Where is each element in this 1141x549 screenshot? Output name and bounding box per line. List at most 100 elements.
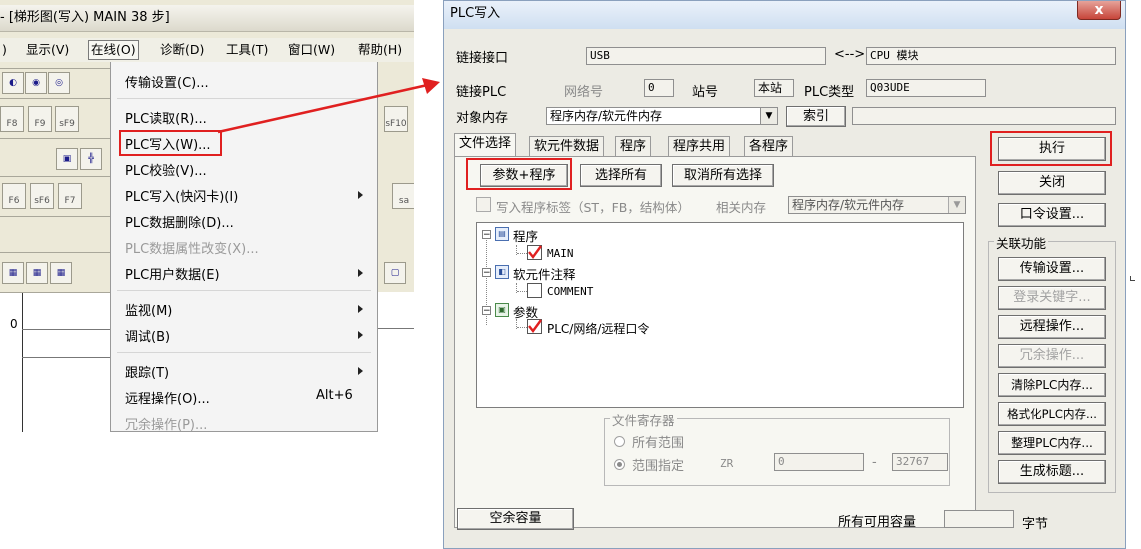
write-label-checkbox — [476, 197, 491, 212]
target-memory-select[interactable]: 程序内存/软元件内存 ▼ — [546, 107, 778, 125]
bytes-label: 字节 — [1022, 517, 1049, 532]
toolbar-icon-9[interactable]: ▢ — [384, 262, 406, 284]
plc-network-checkbox[interactable] — [527, 319, 542, 334]
link-interface-label: 链接接口 — [456, 51, 509, 66]
toolbar-icon-1[interactable]: ◐ — [2, 72, 24, 94]
menu-item-plc-user-data[interactable]: PLC用户数据(E) — [125, 264, 220, 283]
menu-window[interactable]: 窗口(W) — [286, 41, 337, 59]
collapse-icon[interactable]: − — [482, 306, 491, 316]
edge-mark — [1130, 276, 1135, 281]
menu-help[interactable]: 帮助(H) — [356, 41, 404, 59]
range-to-field: 32767 — [892, 453, 948, 471]
tree-node-program[interactable]: 程序 — [513, 226, 538, 245]
sf6-button[interactable]: sF6 — [30, 183, 54, 209]
pointer-arrow — [217, 78, 440, 134]
menu-online[interactable]: 在线(O) — [88, 40, 139, 60]
menu-view[interactable]: 显示(V) — [24, 41, 71, 59]
f7-button[interactable]: F7 — [58, 183, 82, 209]
menu-item-transfer-setup[interactable]: 传输设置(C)... — [125, 72, 209, 91]
close-button[interactable]: 关闭 — [998, 171, 1106, 195]
toolbar-icon-2[interactable]: ◉ — [25, 72, 47, 94]
free-space-button[interactable]: 空余容量 — [457, 508, 574, 530]
menu-item-remote-operation[interactable]: 远程操作(O)... — [125, 388, 210, 407]
submenu-arrow-icon — [358, 191, 363, 199]
tab-file-select[interactable]: 文件选择 — [454, 133, 517, 157]
shortcut-label: Alt+6 — [316, 388, 353, 403]
write-label-checkbox-label: 写入程序标签（ST，FB，结构体） — [496, 200, 690, 215]
toolbar-icon-5[interactable]: ╬ — [80, 148, 102, 170]
toolbar-icon-3[interactable]: ◎ — [48, 72, 70, 94]
menu-item-monitor[interactable]: 监视(M) — [125, 300, 172, 319]
submenu-arrow-icon — [358, 331, 363, 339]
highlight-execute — [990, 131, 1112, 166]
tab-each-program[interactable]: 各程序 — [744, 136, 794, 156]
tree-node-plc-network[interactable]: PLC/网络/远程口令 — [547, 320, 649, 337]
toolbar-icon-4[interactable]: ▣ — [56, 148, 78, 170]
menubar: ) 显示(V) 在线(O) 诊断(D) 工具(T) 窗口(W) 帮助(H) — [0, 38, 414, 62]
toolbar-icon-7[interactable]: ▦ — [26, 262, 48, 284]
all-range-radio — [614, 436, 625, 447]
chevron-down-icon[interactable]: ▼ — [760, 108, 777, 124]
menu-diagnostics[interactable]: 诊断(D) — [158, 41, 206, 59]
menu-item-plc-write-flash[interactable]: PLC写入(快闪卡)(I) — [125, 186, 238, 205]
all-range-label: 所有范围 — [632, 436, 685, 451]
related-functions-legend: 关联功能 — [994, 233, 1049, 252]
remote-operation-button[interactable]: 远程操作... — [998, 315, 1106, 339]
comment-checkbox[interactable] — [527, 283, 542, 298]
link-target-field: CPU 模块 — [866, 47, 1116, 65]
tree-node-comment[interactable]: COMMENT — [547, 285, 593, 298]
tree-node-device-comment[interactable]: 软元件注释 — [513, 264, 576, 283]
password-setup-button[interactable]: 口令设置... — [998, 203, 1106, 227]
parameter-icon: ▣ — [495, 303, 509, 317]
f6-button[interactable]: F6 — [2, 183, 26, 209]
menu-item-debug[interactable]: 调试(B) — [125, 326, 170, 345]
sf9-button[interactable]: sF9 — [55, 106, 79, 132]
program-folder-icon: ▤ — [495, 227, 509, 241]
index-field — [852, 107, 1116, 125]
collapse-icon[interactable]: − — [482, 268, 491, 278]
tab-program-common[interactable]: 程序共用 — [668, 136, 731, 156]
tab-device-data[interactable]: 软元件数据 — [529, 136, 605, 156]
checkmark-icon — [528, 245, 542, 259]
organize-plc-memory-button[interactable]: 整理PLC内存... — [998, 431, 1106, 455]
tab-program[interactable]: 程序 — [615, 136, 652, 156]
select-all-button[interactable]: 选择所有 — [580, 164, 662, 187]
deselect-all-button[interactable]: 取消所有选择 — [672, 164, 774, 187]
generate-title-button[interactable]: 生成标题... — [998, 460, 1106, 484]
toolbar-icon-6[interactable]: ▦ — [2, 262, 24, 284]
menu-partial[interactable]: ) — [0, 41, 9, 59]
ladder-area[interactable]: 0 — [0, 292, 110, 432]
clear-plc-memory-button[interactable]: 清除PLC内存... — [998, 373, 1106, 397]
main-checkbox[interactable] — [527, 245, 542, 260]
index-button[interactable]: 索引 — [786, 106, 846, 127]
format-plc-memory-button[interactable]: 格式化PLC内存... — [998, 402, 1106, 426]
menu-tools[interactable]: 工具(T) — [224, 41, 270, 59]
menu-item-plc-data-delete[interactable]: PLC数据删除(D)... — [125, 212, 234, 231]
range-specified-radio — [614, 459, 625, 470]
ladder-row-number: 0 — [10, 317, 18, 331]
menu-item-redundant-operation: 冗余操作(P)... — [125, 418, 208, 432]
transfer-setup-button[interactable]: 传输设置... — [998, 257, 1106, 281]
target-memory-label: 对象内存 — [456, 111, 509, 126]
menu-item-trace[interactable]: 跟踪(T) — [125, 362, 169, 381]
checkmark-icon — [528, 319, 542, 333]
register-keyword-button: 登录关键字... — [998, 286, 1106, 310]
plc-type-field: Q03UDE — [866, 79, 986, 97]
menu-item-plc-read[interactable]: PLC读取(R)... — [125, 108, 207, 127]
f8-button[interactable]: F8 — [0, 106, 24, 132]
close-icon[interactable]: x — [1077, 1, 1121, 20]
menu-item-plc-verify[interactable]: PLC校验(V)... — [125, 160, 207, 179]
submenu-arrow-icon — [358, 305, 363, 313]
link-arrow-label: <--> — [834, 47, 866, 62]
link-interface-field: USB — [586, 47, 826, 65]
sa-button[interactable]: sa — [392, 183, 414, 209]
plc-write-dialog: PLC写入 x 链接接口 USB <--> CPU 模块 链接PLC 网络号 0… — [443, 0, 1126, 549]
tree-node-main[interactable]: MAIN — [547, 247, 574, 260]
range-from-field: 0 — [774, 453, 864, 471]
capacity-field — [944, 510, 1014, 528]
collapse-icon[interactable]: − — [482, 230, 491, 240]
toolbar-icon-8[interactable]: ▦ — [50, 262, 72, 284]
range-dash: - — [872, 455, 877, 470]
f9-button[interactable]: F9 — [28, 106, 52, 132]
plc-type-label: PLC类型 — [804, 85, 855, 100]
